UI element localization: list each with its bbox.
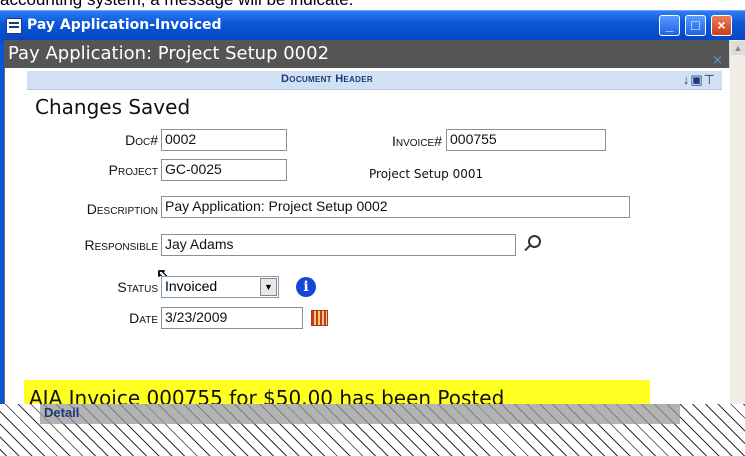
project-field[interactable]: GC-0025: [161, 159, 287, 181]
info-icon[interactable]: i: [296, 277, 316, 297]
status-select-value: Invoiced: [165, 278, 218, 294]
window-title: Pay Application-Invoiced: [27, 17, 222, 33]
header-toolbar: ↓▣⊤: [683, 72, 716, 88]
window-app-icon: [6, 18, 22, 34]
doc-number-label: Doc#: [125, 132, 158, 148]
project-name-note: Project Setup 0001: [369, 167, 484, 181]
detail-tab-label: Detail: [44, 405, 80, 420]
description-label: Description: [86, 201, 158, 217]
document-form: Document Header ↓▣⊤ Changes Saved Doc# 0…: [4, 68, 730, 456]
project-label: Project: [108, 162, 158, 178]
pay-application-window: Pay Application-Invoiced _ □ × Pay Appli…: [0, 10, 745, 456]
minimize-button[interactable]: _: [659, 15, 680, 36]
changes-saved-message: Changes Saved: [35, 95, 191, 119]
responsible-label: Responsible: [84, 237, 158, 253]
responsible-field[interactable]: Jay Adams: [161, 234, 516, 256]
detail-tab[interactable]: [40, 404, 680, 424]
status-label: Status: [117, 279, 158, 295]
status-select[interactable]: Invoiced ▼: [161, 276, 279, 298]
date-field[interactable]: 3/23/2009: [161, 307, 303, 329]
page-title-bar: Pay Application: Project Setup 0002 ×: [4, 40, 729, 68]
invoice-number-field[interactable]: 000755: [446, 129, 606, 151]
chevron-down-icon[interactable]: ▼: [260, 278, 277, 296]
vertical-scrollbar[interactable]: ▲: [729, 40, 745, 456]
pin-icon[interactable]: ⊤: [704, 72, 716, 87]
save-icon[interactable]: ▣: [690, 72, 703, 87]
document-header-bar: Document Header ↓▣⊤: [27, 71, 722, 90]
document-header-label: Document Header: [281, 73, 373, 85]
scroll-up-icon[interactable]: ▲: [731, 41, 745, 55]
maximize-button[interactable]: □: [685, 15, 706, 36]
document-text-line: accounting system, a message will be ind…: [0, 0, 745, 10]
search-icon[interactable]: [528, 235, 541, 248]
close-button[interactable]: ×: [711, 15, 732, 36]
title-bar[interactable]: Pay Application-Invoiced _ □ ×: [0, 10, 745, 41]
window-content: Pay Application: Project Setup 0002 × ▲ …: [4, 40, 745, 456]
description-field[interactable]: Pay Application: Project Setup 0002: [161, 196, 630, 218]
calendar-icon[interactable]: [311, 310, 328, 326]
page-title: Pay Application: Project Setup 0002: [8, 43, 330, 64]
doc-number-field[interactable]: 0002: [161, 129, 287, 151]
date-label: Date: [129, 310, 158, 326]
invoice-number-label: Invoice#: [391, 133, 442, 149]
